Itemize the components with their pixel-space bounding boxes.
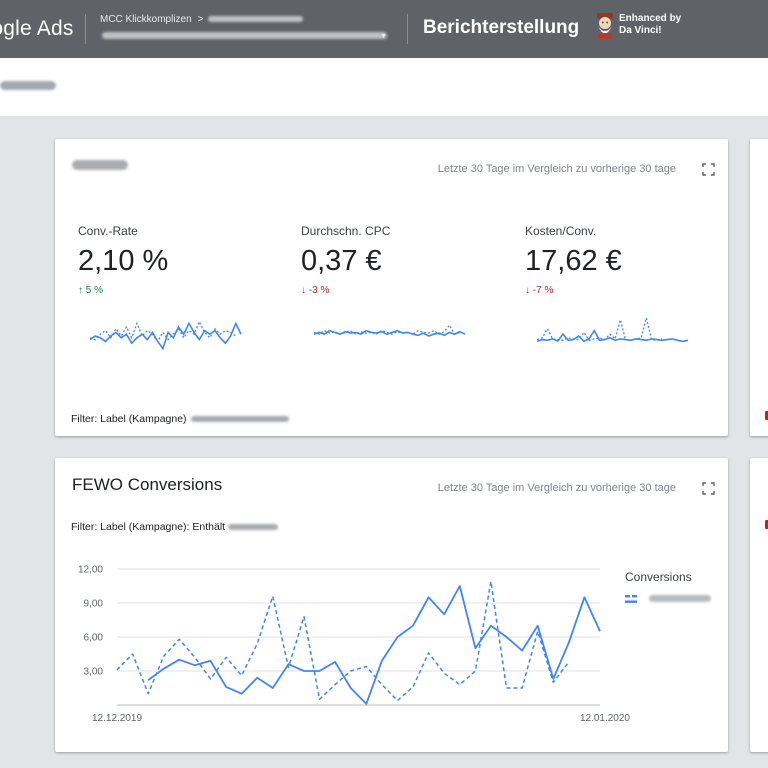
x-tick-label: 12.01.2020 <box>580 713 630 724</box>
extension-badge[interactable]: Enhanced by Da Vinci! <box>619 13 681 37</box>
da-vinci-avatar-icon[interactable] <box>595 13 615 39</box>
metric-change: ↓ -3 % <box>301 285 330 296</box>
metric-avg-cpc[interactable]: Durchschn. CPC 0,37 € ↓ -3 % <box>301 224 501 296</box>
metric-change: ↑ 5 % <box>78 285 104 296</box>
y-tick-label: 6,00 <box>84 633 104 644</box>
metric-value: 17,62 € <box>525 245 622 277</box>
filter-value-redacted <box>190 416 289 423</box>
series-line-current-period <box>147 585 601 705</box>
sparkline-avg-cpc <box>313 324 466 337</box>
partial-card-right-top <box>750 139 768 436</box>
legend-title: Conversions <box>625 570 692 584</box>
metric-value: 0,37 € <box>301 245 382 277</box>
metric-label: Kosten/Conv. <box>525 224 597 238</box>
legend-series-icon[interactable] <box>625 593 638 605</box>
date-range-label: Letzte 30 Tage im Vergleich zu vorherige… <box>437 163 676 175</box>
top-app-bar: Google Ads MCC Klickkomplizen > ▼ Bericht… <box>0 0 768 58</box>
filter-text: Filter: Label (Kampagne) <box>71 413 187 425</box>
brand-name: Google Ads <box>0 17 74 40</box>
metric-label: Durchschn. CPC <box>301 224 391 238</box>
breadcrumb-account[interactable]: MCC Klickkomplizen <box>100 14 192 25</box>
conversions-line-chart[interactable]: 3,00 6,00 9,00 12,00 12.12.2019 12.01.2020 <box>55 458 728 752</box>
breadcrumb-redacted <box>207 16 303 23</box>
series-line-previous-period <box>116 580 570 702</box>
metric-label: Conv.-Rate <box>78 224 138 238</box>
sparkline-current-period <box>536 329 689 343</box>
extension-line-2: Da Vinci! <box>619 25 662 36</box>
sparkline-conv-rate <box>89 320 242 351</box>
y-tick-label: 9,00 <box>84 599 104 610</box>
extension-line-1: Enhanced by <box>619 13 682 24</box>
breadcrumb[interactable]: MCC Klickkomplizen > <box>100 14 303 25</box>
sparkline-cost-per-conv <box>536 317 689 343</box>
filter-label: Filter: Label (Kampagne) <box>71 413 289 425</box>
y-tick-label: 3,00 <box>84 667 104 678</box>
y-tick-label: 12,00 <box>78 565 103 576</box>
report-header <box>0 58 768 116</box>
divider <box>85 14 86 44</box>
conversions-chart-card: FEWO Conversions Letzte 30 Tage im Vergl… <box>55 458 728 752</box>
metric-cost-per-conv[interactable]: Kosten/Conv. 17,62 € ↓ -7 % <box>525 224 725 296</box>
report-name-redacted <box>0 81 56 90</box>
metric-change: ↓ -7 % <box>525 285 554 296</box>
x-tick-label: 12.12.2019 <box>92 713 142 724</box>
metric-value: 2,10 % <box>78 245 169 277</box>
sparkline-current-period <box>313 329 466 337</box>
brand-logo[interactable]: Google Ads <box>0 0 78 58</box>
page-title: Berichterstellung <box>423 17 580 38</box>
legend-series-name-redacted <box>649 595 711 602</box>
fullscreen-icon[interactable] <box>702 163 715 176</box>
divider <box>407 14 408 44</box>
breadcrumb-separator: > <box>197 14 204 25</box>
account-dropdown-icon[interactable]: ▼ <box>380 33 387 40</box>
scorecard-card: Letzte 30 Tage im Vergleich zu vorherige… <box>55 139 728 436</box>
partial-card-right-bottom <box>750 458 768 752</box>
account-name-redacted[interactable] <box>102 32 387 39</box>
metric-conv-rate[interactable]: Conv.-Rate 2,10 % ↑ 5 % <box>78 224 278 296</box>
sparkline-previous-period <box>536 317 663 342</box>
card-title-redacted <box>72 160 128 170</box>
